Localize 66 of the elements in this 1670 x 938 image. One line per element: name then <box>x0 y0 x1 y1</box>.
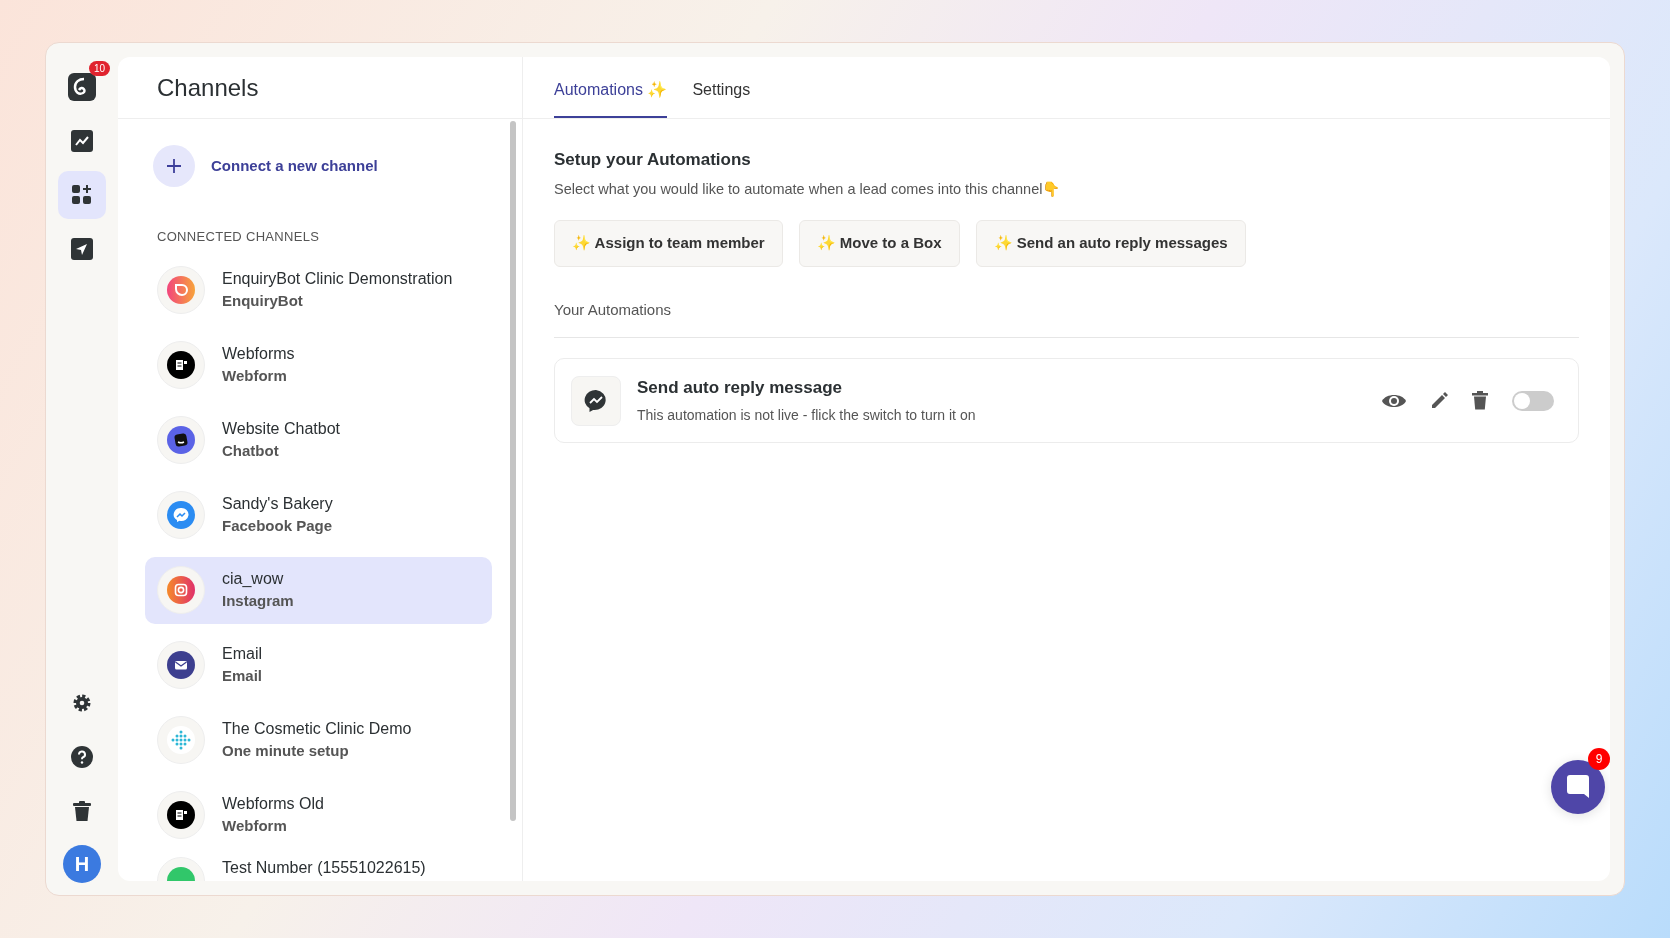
channel-name: The Cosmetic Clinic Demo <box>222 719 412 739</box>
channel-name: Test Number (15551022615) <box>222 857 426 878</box>
pencil-icon[interactable] <box>1431 392 1448 409</box>
trash-icon[interactable] <box>1472 391 1488 410</box>
camera-icon <box>167 576 195 604</box>
channel-type: One minute setup <box>222 741 350 761</box>
form-icon <box>167 351 195 379</box>
channel-item[interactable]: Email Email <box>145 631 492 699</box>
channel-item[interactable]: The Cosmetic Clinic Demo One minute setup <box>145 706 492 774</box>
channel-name: Sandy's Bakery <box>222 494 333 514</box>
notification-badge: 9 <box>1588 748 1610 770</box>
channel-item[interactable]: EnquiryBot Clinic Demonstration EnquiryBot <box>145 256 492 324</box>
nav-button[interactable] <box>58 171 106 219</box>
channel-type: Webform <box>222 816 288 836</box>
tab[interactable]: Settings <box>692 57 751 118</box>
automation-option-button[interactable]: ✨ Move to a Box <box>798 220 960 267</box>
messenger-icon <box>167 501 195 529</box>
connect-channel-link[interactable]: Connect a new channel <box>211 154 378 178</box>
automation-option-button[interactable]: ✨ Assign to team member <box>554 220 783 267</box>
channel-item[interactable]: cia_wow Instagram <box>145 556 492 624</box>
channel-item[interactable]: Sandy's Bakery Facebook Page <box>145 481 492 549</box>
dots-icon <box>167 726 195 754</box>
section-heading: CONNECTED CHANNELS <box>157 228 321 246</box>
toggle-switch[interactable] <box>1512 390 1554 411</box>
channel-type: Email <box>222 666 263 686</box>
user-avatar[interactable]: H <box>63 845 101 883</box>
section-description: Select what you would like to automate when a lead comes into this channel👇 <box>554 179 1062 199</box>
channel-type: EnquiryBot <box>222 291 304 311</box>
chat-icon <box>167 426 195 454</box>
channel-item[interactable]: Webforms Old Webform <box>145 781 492 849</box>
channel-name: Website Chatbot <box>222 419 340 439</box>
channel-type: Facebook Page <box>222 516 333 536</box>
channel-name: cia_wow <box>222 569 285 589</box>
plus-icon <box>167 159 181 173</box>
automation-description: This automation is not live - flick the switch to turn it on <box>637 405 977 425</box>
add-channel-button[interactable] <box>153 145 195 187</box>
channel-item[interactable]: Test Number (15551022615) <box>145 856 492 881</box>
chart-icon <box>71 130 93 152</box>
tab[interactable]: Automations ✨ <box>554 57 668 118</box>
automation-name: Send auto reply message <box>637 377 844 400</box>
envelope-icon <box>167 651 195 679</box>
channel-type: Webform <box>222 366 288 386</box>
channel-name: Webforms <box>222 344 295 364</box>
panel-title: Channels <box>118 57 522 119</box>
channel-item[interactable]: Website Chatbot Chatbot <box>145 406 492 474</box>
form-icon <box>167 801 195 829</box>
channel-name: Webforms Old <box>222 794 324 814</box>
messenger-icon <box>584 388 608 413</box>
enquirybot-icon <box>167 276 195 304</box>
automation-option-button[interactable]: ✨ Send an auto reply messages <box>975 220 1246 267</box>
scrollbar[interactable] <box>510 121 516 821</box>
notification-badge: 10 <box>88 61 110 76</box>
app-logo-icon[interactable] <box>68 73 96 101</box>
chat-bubble-icon <box>1566 774 1590 800</box>
channel-name: Email <box>222 644 263 664</box>
section-heading: Your Automations <box>554 298 1579 339</box>
send-icon <box>71 238 93 260</box>
channel-type: Instagram <box>222 591 294 611</box>
channel-item[interactable]: Webforms Webform <box>145 331 492 399</box>
section-title: Setup your Automations <box>554 149 752 171</box>
apps-icon <box>71 184 93 206</box>
trash-icon[interactable] <box>72 800 92 822</box>
channel-type: Chatbot <box>222 441 280 461</box>
channel-name: EnquiryBot Clinic Demonstration <box>222 269 453 289</box>
settings-icon[interactable] <box>72 693 92 713</box>
help-icon[interactable] <box>71 746 93 768</box>
